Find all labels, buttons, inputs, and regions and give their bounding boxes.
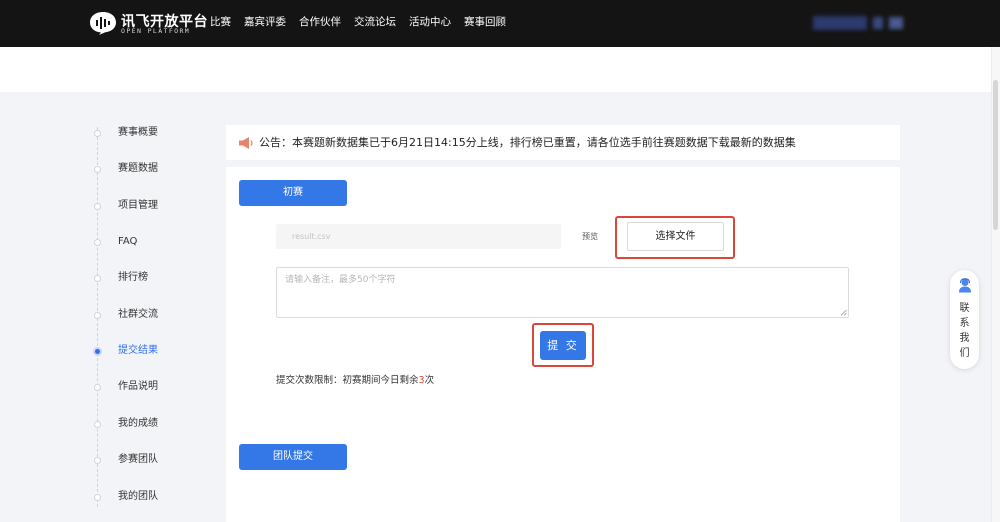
brand-logo[interactable]: 讯飞开放平台 OPEN PLATFORM	[89, 10, 208, 36]
sidebar: 赛事概要 赛题数据 项目管理 FAQ 排行榜 社群交流 提交结果 作品说明 我的…	[90, 115, 220, 515]
sidebar-item-label: 项目管理	[118, 200, 158, 211]
sidebar-item-label: 赛事概要	[118, 127, 158, 138]
file-display-field: result.csv	[276, 224, 561, 249]
timeline-dot-icon	[94, 166, 101, 173]
sidebar-item-label: 我的成绩	[118, 418, 158, 429]
file-name-placeholder: result.csv	[292, 232, 331, 241]
contact-char: 系	[959, 318, 970, 329]
contact-char: 我	[959, 333, 970, 344]
nav-item-competitions[interactable]: 比赛	[210, 0, 231, 47]
nav-item-forum[interactable]: 交流论坛	[354, 0, 396, 47]
contact-char: 联	[959, 303, 970, 314]
nav-item-partners[interactable]: 合作伙伴	[299, 0, 341, 47]
announcement-bar: 公告：本赛题新数据集已于6月21日14:15分上线，排行榜已重置，请各位选手前往…	[226, 125, 900, 160]
sidebar-item-label: FAQ	[118, 236, 138, 247]
timeline-dot-icon	[94, 203, 101, 210]
logo-mark-icon	[90, 12, 116, 35]
limit-prefix: 提交次数限制：初赛期间今日剩余	[276, 375, 419, 386]
limit-suffix: 次	[424, 375, 435, 386]
contact-us-label: 联 系 我 们	[950, 301, 979, 361]
scrollbar-thumb[interactable]	[993, 80, 998, 230]
contact-us-button[interactable]: 联 系 我 们	[950, 270, 979, 369]
top-navigation-bar: 讯飞开放平台 OPEN PLATFORM 比赛 嘉宾评委 合作伙伴 交流论坛 活…	[0, 0, 1000, 47]
team-submit-button[interactable]: 团队提交	[239, 444, 347, 470]
main-nav: 比赛 嘉宾评委 合作伙伴 交流论坛 活动中心 赛事回顾	[210, 0, 519, 47]
sidebar-item-label: 我的团队	[118, 491, 158, 502]
nav-item-review[interactable]: 赛事回顾	[464, 0, 506, 47]
tab-preliminary-round[interactable]: 初赛	[239, 180, 347, 206]
timeline-dot-icon	[94, 384, 101, 391]
sidebar-item-label: 提交结果	[118, 345, 158, 356]
nav-item-events[interactable]: 活动中心	[409, 0, 451, 47]
user-account-blurred[interactable]	[813, 16, 905, 30]
sidebar-item-label: 作品说明	[118, 381, 158, 392]
timeline-dot-active-icon	[93, 347, 102, 356]
sidebar-item-label: 社群交流	[118, 309, 158, 320]
timeline-dot-icon	[94, 457, 101, 464]
announcement-text: 公告：本赛题新数据集已于6月21日14:15分上线，排行榜已重置，请各位选手前往…	[259, 136, 796, 149]
timeline-dot-icon	[94, 494, 101, 501]
megaphone-icon	[239, 137, 253, 149]
submission-limit-text: 提交次数限制：初赛期间今日剩余3次	[276, 372, 434, 386]
select-file-button[interactable]: 选择文件	[627, 222, 724, 251]
preview-link[interactable]: 预览	[582, 224, 598, 249]
sidebar-item-label: 参赛团队	[118, 454, 158, 465]
timeline-dot-icon	[94, 421, 101, 428]
timeline-dot-icon	[94, 312, 101, 319]
nav-item-judges[interactable]: 嘉宾评委	[244, 0, 286, 47]
contact-char: 们	[959, 348, 970, 359]
sidebar-item-label: 赛题数据	[118, 163, 158, 174]
remark-textarea[interactable]	[276, 267, 849, 318]
submit-button[interactable]: 提 交	[540, 331, 586, 360]
sidebar-item-label: 排行榜	[118, 272, 148, 283]
timeline-dot-icon	[94, 130, 101, 137]
timeline-dot-icon	[94, 275, 101, 282]
customer-service-icon	[959, 278, 971, 293]
brand-name-en: OPEN PLATFORM	[121, 27, 191, 35]
timeline-dot-icon	[94, 239, 101, 246]
header-spacer	[0, 47, 1000, 92]
submission-panel: 初赛 result.csv 预览 选择文件 提 交 提交次数限制：初赛期间今日剩…	[226, 167, 900, 522]
